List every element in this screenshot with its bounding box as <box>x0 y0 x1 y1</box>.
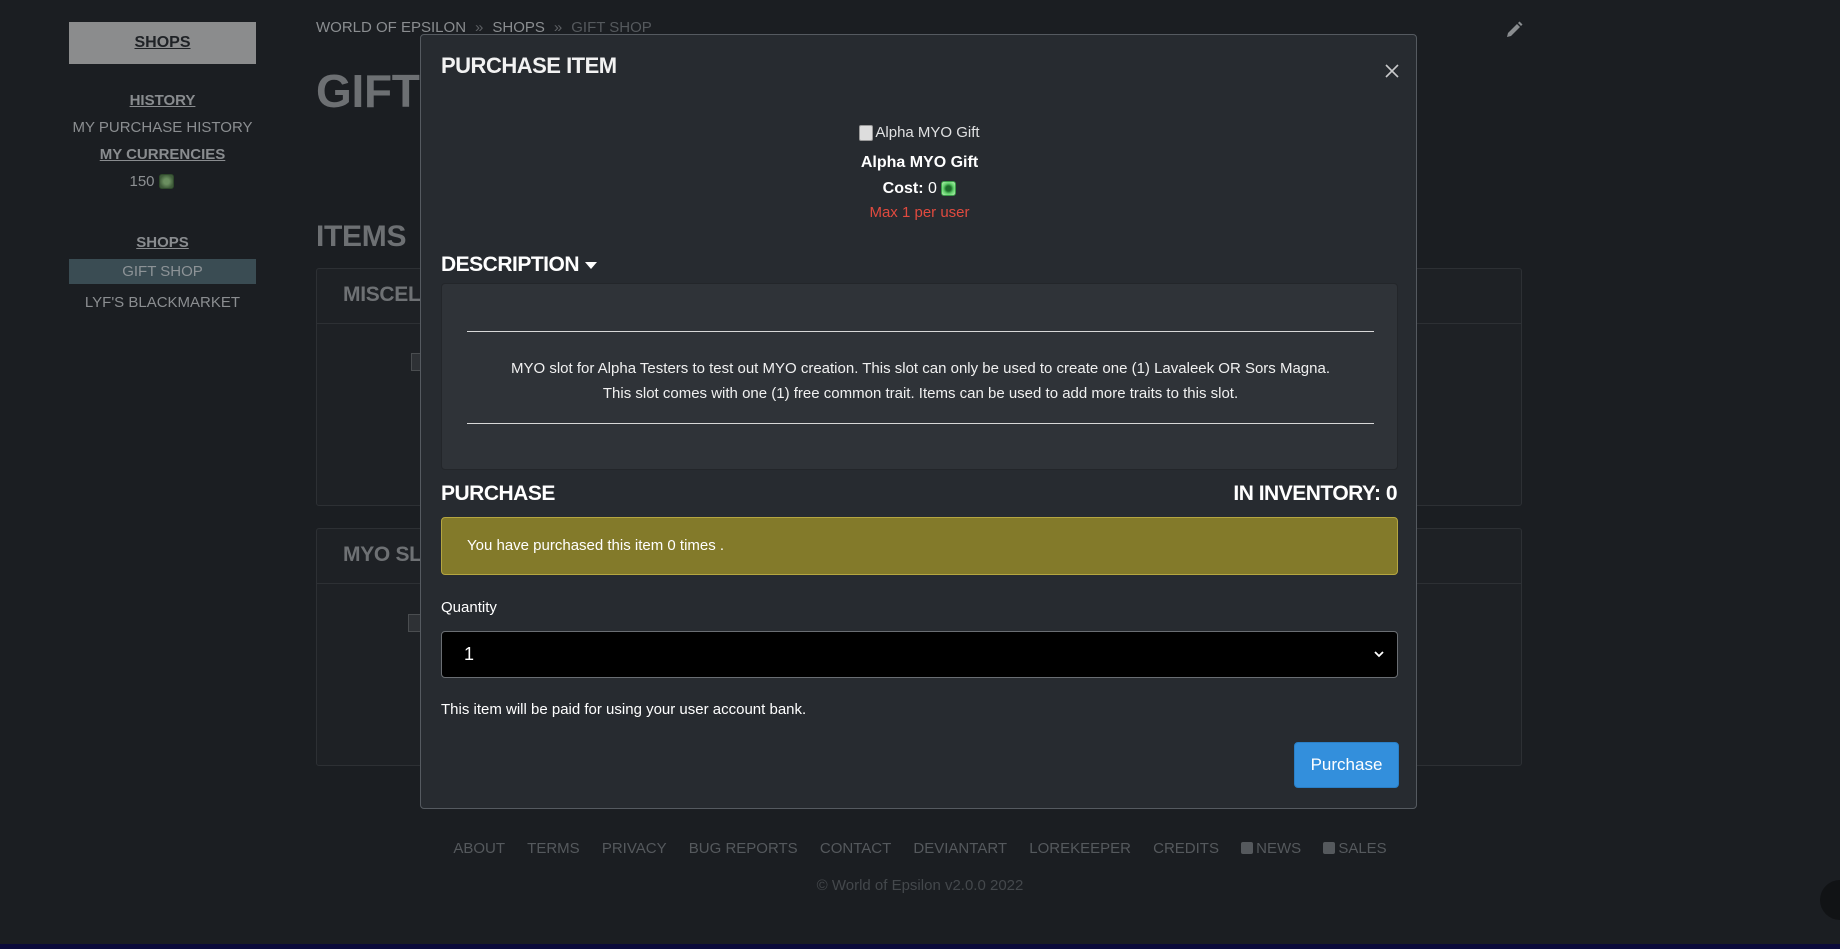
close-icon[interactable] <box>1382 61 1402 81</box>
copyright: © World of Epsilon v2.0.0 2022 <box>816 877 1024 894</box>
item-cost: Cost: 0 <box>421 180 1418 198</box>
footer-link-about[interactable]: ABOUT <box>453 840 505 857</box>
description-line: MYO slot for Alpha Testers to test out M… <box>510 360 1331 377</box>
sidebar-item-gift-shop[interactable]: GIFT SHOP <box>69 259 256 284</box>
currency-balance: 150 <box>69 173 256 190</box>
currency-amount: 150 <box>129 173 155 190</box>
currency-gem-icon <box>941 180 957 196</box>
chevron-down-icon <box>1374 651 1384 658</box>
item-image-alt: Alpha MYO Gift <box>875 124 980 141</box>
quantity-label: Quantity <box>441 599 497 616</box>
broken-image-icon <box>859 124 874 141</box>
description-text: MYO slot for Alpha Testers to test out M… <box>467 356 1374 406</box>
purchase-item-modal: PURCHASE ITEM Alpha MYO Gift Alpha MYO G… <box>420 34 1417 809</box>
sidebar-shops-heading[interactable]: SHOPS <box>69 234 256 251</box>
payment-note: This item will be paid for using your us… <box>441 701 807 718</box>
description-heading: DESCRIPTION <box>441 253 580 276</box>
footer-link-news-label: NEWS <box>1256 840 1302 857</box>
item-name: Alpha MYO Gift <box>860 153 979 171</box>
footer-link-sales[interactable]: SALES <box>1323 840 1387 857</box>
inventory-count: IN INVENTORY: 0 <box>1233 482 1397 505</box>
sidebar-header[interactable]: SHOPS <box>69 22 256 64</box>
purchase-button[interactable]: Purchase <box>1294 742 1399 788</box>
quantity-value: 1 <box>464 644 475 664</box>
sidebar-item-purchase-history[interactable]: MY PURCHASE HISTORY <box>69 119 256 136</box>
description-toggle[interactable]: DESCRIPTION <box>441 253 598 277</box>
rss-icon <box>1241 842 1254 854</box>
footer-link-bug-reports[interactable]: BUG REPORTS <box>689 840 798 857</box>
purchase-heading: PURCHASE <box>441 482 555 505</box>
footer-link-terms[interactable]: TERMS <box>527 840 580 857</box>
footer-link-sales-label: SALES <box>1338 840 1387 857</box>
bottom-strip <box>0 944 1840 949</box>
footer-link-contact[interactable]: CONTACT <box>820 840 891 857</box>
modal-title: PURCHASE ITEM <box>441 53 617 78</box>
footer-link-privacy[interactable]: PRIVACY <box>602 840 667 857</box>
sidebar-history-heading[interactable]: HISTORY <box>69 92 256 109</box>
items-heading: ITEMS <box>316 220 407 253</box>
footer-link-lorekeeper[interactable]: LOREKEEPER <box>1029 840 1131 857</box>
item-image: Alpha MYO Gift <box>859 124 980 141</box>
sidebar-item-lyfs-blackmarket[interactable]: LYF'S BLACKMARKET <box>69 294 256 311</box>
caret-down-icon <box>585 261 598 269</box>
sidebar-currencies-heading[interactable]: MY CURRENCIES <box>69 146 256 163</box>
item-summary: Alpha MYO Gift Alpha MYO Gift Cost: 0 Ma… <box>421 124 1418 221</box>
rss-icon <box>1323 842 1336 854</box>
item-cost-label: Cost: <box>882 179 924 197</box>
divider <box>467 423 1374 424</box>
currency-gem-icon <box>158 174 174 189</box>
edit-pencil-icon[interactable] <box>1504 20 1524 40</box>
divider <box>467 331 1374 332</box>
footer-link-deviantart[interactable]: DEVIANTART <box>913 840 1007 857</box>
footer-links: ABOUT TERMS PRIVACY BUG REPORTS CONTACT … <box>0 840 1840 857</box>
purchase-count-alert: You have purchased this item 0 times . <box>441 517 1398 575</box>
item-limit-note: Max 1 per user <box>869 203 970 221</box>
item-cost-value: 0 <box>927 179 937 197</box>
quantity-select[interactable]: 1 <box>441 631 1398 678</box>
description-line: This slot comes with one (1) free common… <box>602 385 1239 402</box>
description-box: MYO slot for Alpha Testers to test out M… <box>441 283 1398 470</box>
sidebar: SHOPS HISTORY MY PURCHASE HISTORY MY CUR… <box>69 22 256 311</box>
footer-link-credits[interactable]: CREDITS <box>1153 840 1219 857</box>
footer-link-news[interactable]: NEWS <box>1241 840 1301 857</box>
